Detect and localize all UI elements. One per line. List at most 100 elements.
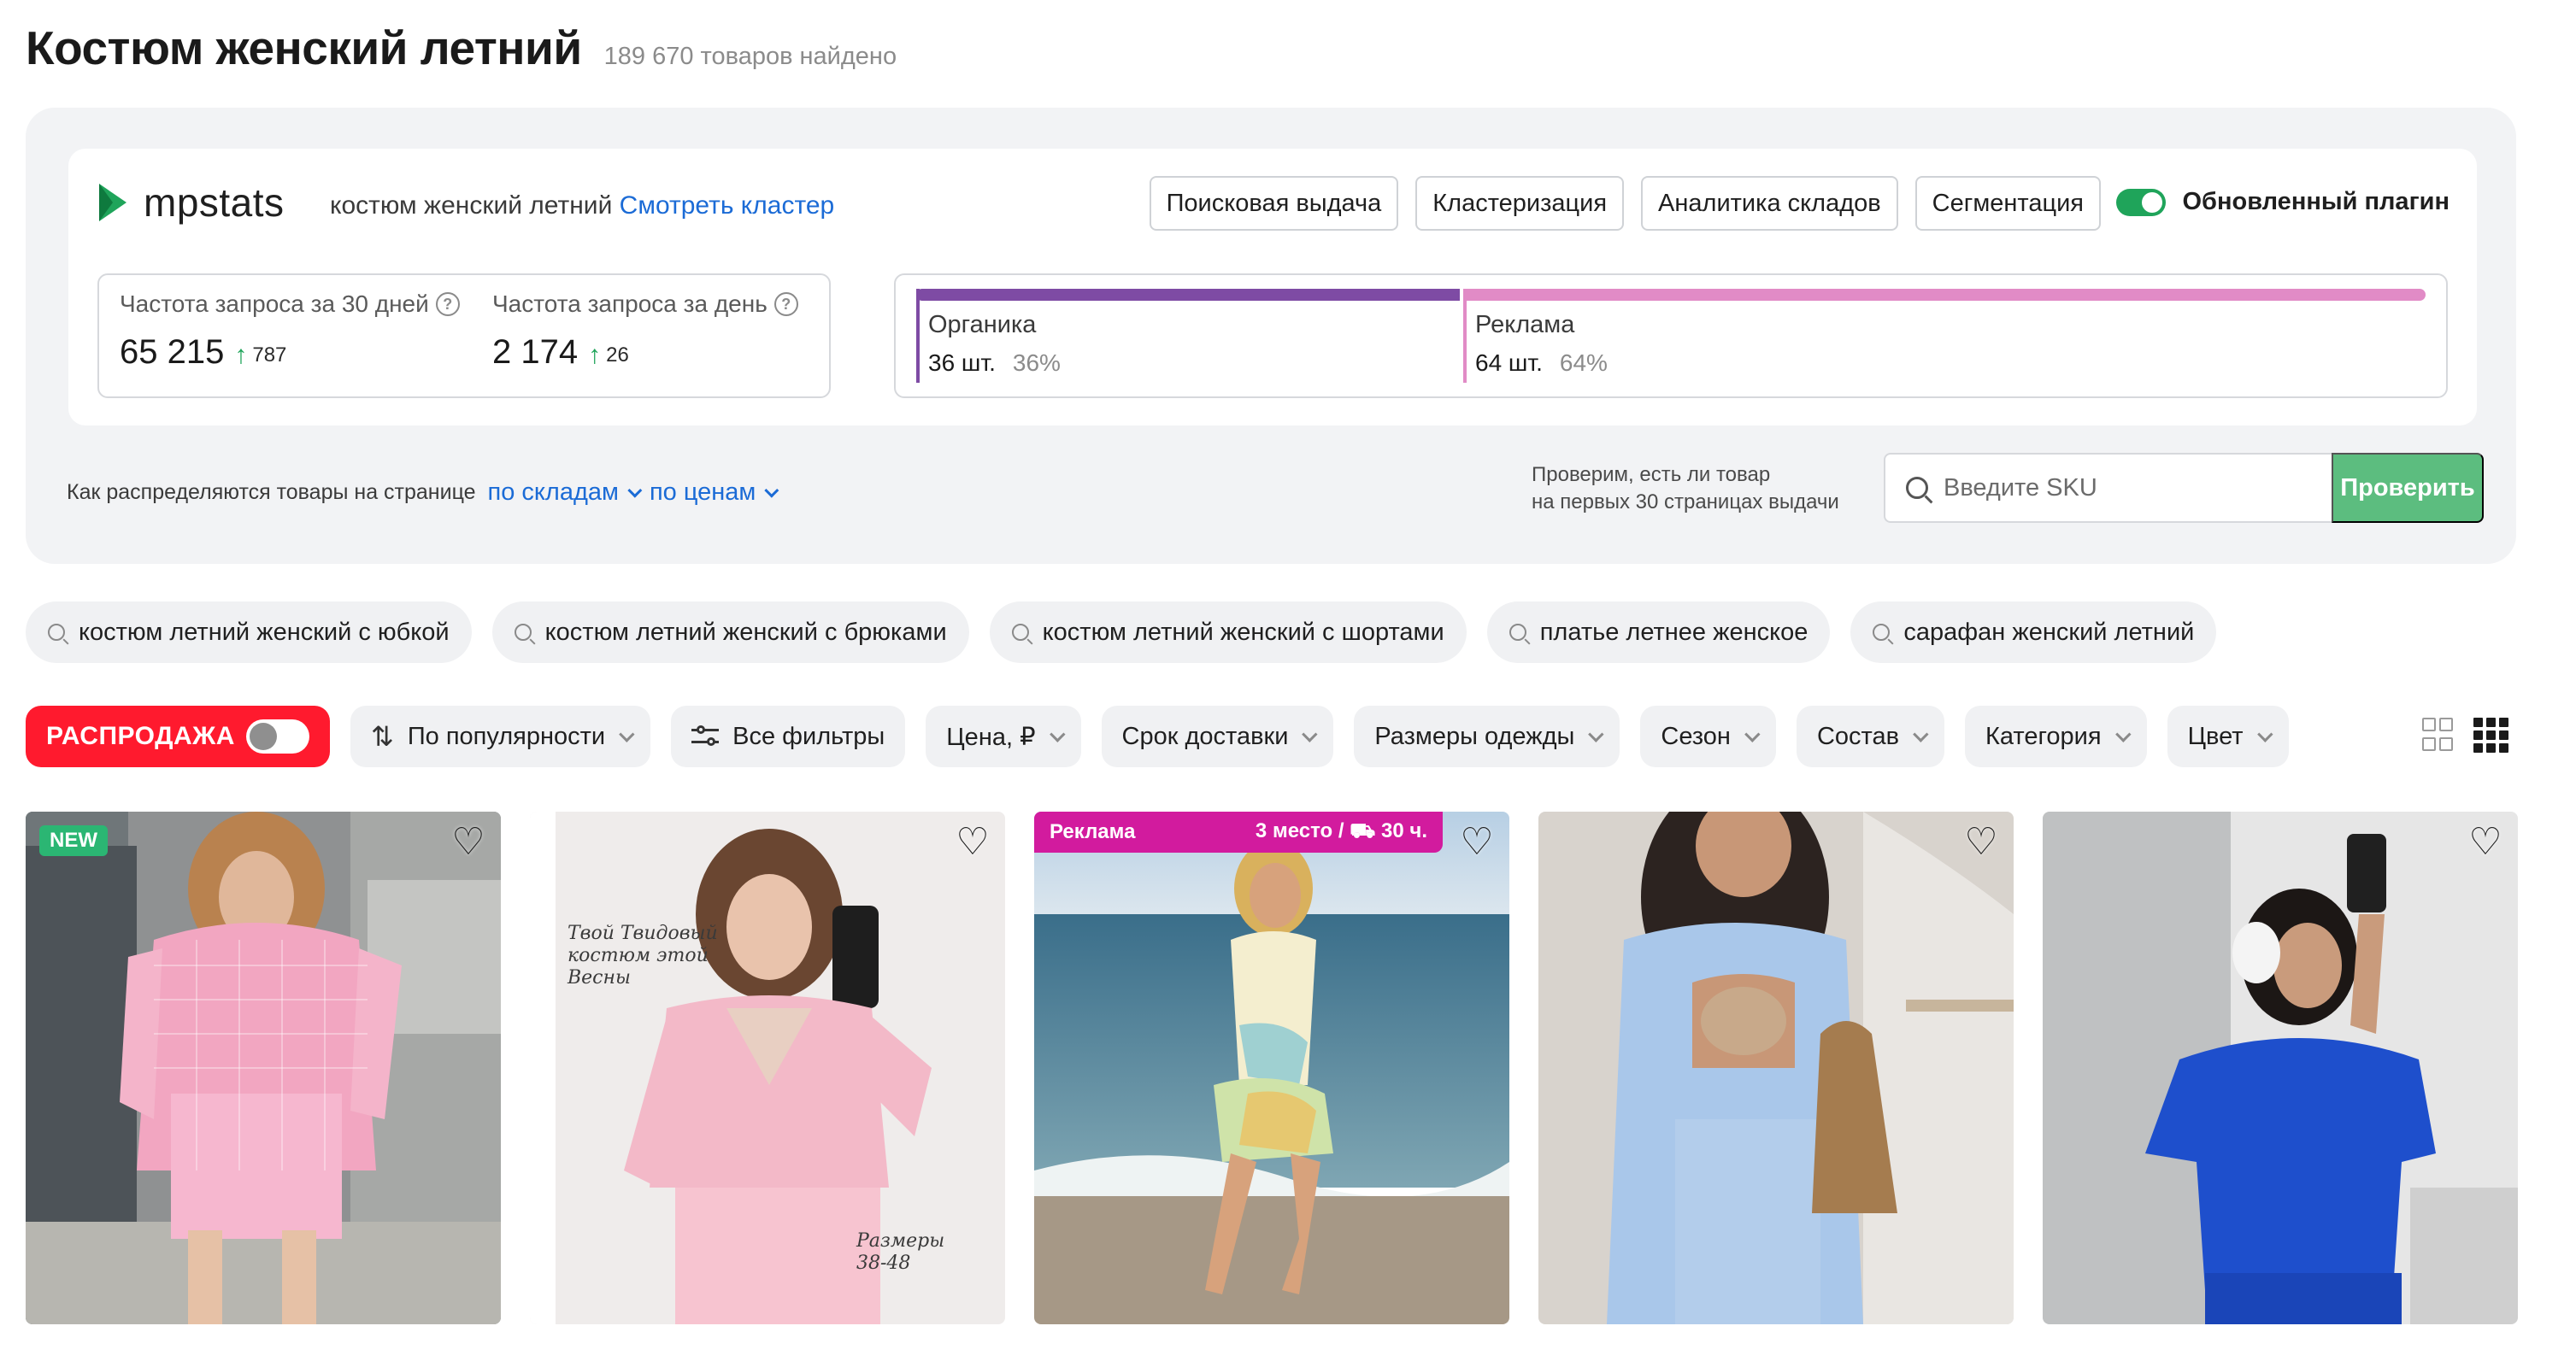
- by-prices-dropdown[interactable]: по ценам: [650, 478, 779, 507]
- found-count: 189 670 товаров найдено: [603, 43, 897, 70]
- freq-30-delta: 787: [252, 343, 287, 367]
- freq-day: Частота запроса за день ? 2 174 ↑ 26: [492, 290, 798, 372]
- filter-category[interactable]: Категория: [1965, 706, 2147, 767]
- chevron-down-icon: [1913, 725, 1929, 742]
- freq-day-label: Частота запроса за день: [492, 290, 768, 317]
- tool-buttons: Поисковая выдача Кластеризация Аналитика…: [1149, 176, 2101, 231]
- product-card[interactable]: NEW ♡: [26, 812, 501, 1324]
- chevron-down-icon: [627, 483, 643, 498]
- product-card[interactable]: ♡: [2043, 812, 2518, 1324]
- freq-30-label: Частота запроса за 30 дней: [120, 290, 429, 317]
- sku-input[interactable]: [1944, 473, 2303, 502]
- organic-count: 36 шт.: [928, 349, 996, 376]
- product-grid: NEW ♡ Твой Твидовый костюм этой Весны Ра…: [26, 812, 2523, 1324]
- filter-sizes[interactable]: Размеры одежды: [1354, 706, 1620, 767]
- cluster-line: костюм женский летний Смотреть кластер: [330, 191, 834, 220]
- heart-icon[interactable]: ♡: [954, 824, 991, 861]
- filter-delivery[interactable]: Срок доставки: [1101, 706, 1334, 767]
- check-sku-button[interactable]: Проверить: [2332, 453, 2484, 523]
- mpstats-panel: mpstats костюм женский летний Смотреть к…: [26, 108, 2516, 564]
- updated-plugin-toggle[interactable]: [2115, 188, 2166, 216]
- segmentation-button[interactable]: Сегментация: [1914, 176, 2101, 231]
- warehouse-analytics-button[interactable]: Аналитика складов: [1641, 176, 1898, 231]
- suggestion-chip[interactable]: сарафан женский летний: [1850, 601, 2217, 663]
- sort-dropdown[interactable]: ⇅ По популярности: [350, 706, 651, 767]
- filter-season[interactable]: Сезон: [1640, 706, 1776, 767]
- heart-icon[interactable]: ♡: [2467, 824, 2504, 861]
- chevron-down-icon: [1744, 725, 1761, 742]
- sku-input-wrap: [1884, 453, 2332, 523]
- help-circle-icon[interactable]: ?: [435, 292, 460, 316]
- filter-composition[interactable]: Состав: [1796, 706, 1944, 767]
- grid-3-icon[interactable]: [2473, 718, 2508, 753]
- all-filters-button[interactable]: Все фильтры: [671, 706, 906, 767]
- organic-ads-split: Органика 36 шт. 36% Реклама 64 шт. 64%: [894, 273, 2448, 398]
- search-icon: [1873, 624, 1891, 641]
- heart-icon[interactable]: ♡: [1962, 824, 2000, 861]
- search-icon: [1011, 624, 1029, 641]
- search-results-button[interactable]: Поисковая выдача: [1149, 176, 1399, 231]
- chevron-down-icon: [764, 483, 779, 498]
- promo-text: Твой Твидовый костюм этой Весны: [568, 923, 718, 989]
- logo-text: mpstats: [144, 180, 285, 225]
- chevron-down-icon: [1302, 725, 1318, 742]
- product-card[interactable]: Реклама 3 место / ⛟ 30 ч. ♡: [1034, 812, 1509, 1324]
- view-toggle: [2422, 718, 2508, 753]
- sale-label: РАСПРОДАЖА: [46, 722, 235, 750]
- clustering-button[interactable]: Кластеризация: [1415, 176, 1625, 231]
- arrow-up-icon: ↑: [588, 341, 602, 369]
- search-icon: [1906, 477, 1928, 499]
- organic-label: Органика: [928, 311, 1037, 338]
- query-text: костюм женский летний: [330, 191, 613, 220]
- chevron-down-icon: [2256, 725, 2273, 742]
- suggestion-chip[interactable]: костюм летний женский с брюками: [491, 601, 969, 663]
- ad-strip: Реклама 3 место / ⛟ 30 ч.: [1034, 812, 1443, 853]
- ad-position: 3 место / ⛟ 30 ч.: [1255, 819, 1427, 842]
- sku-hint: Проверим, есть ли товар на первых 30 стр…: [1532, 463, 1839, 513]
- heart-icon[interactable]: ♡: [450, 824, 487, 861]
- suggestion-chip[interactable]: платье летнее женское: [1486, 601, 1831, 663]
- chevron-down-icon: [2114, 725, 2132, 742]
- arrow-up-icon: ↑: [234, 341, 248, 369]
- filters-bar: РАСПРОДАЖА ⇅ По популярности Все фильтры…: [26, 706, 2289, 767]
- sale-toggle[interactable]: [246, 719, 309, 754]
- sale-toggle-pill[interactable]: РАСПРОДАЖА: [26, 706, 330, 767]
- product-image: [26, 812, 501, 1324]
- mpstats-logo[interactable]: mpstats: [96, 179, 285, 226]
- distribution-text: Как распределяются товары на странице: [67, 480, 476, 504]
- updated-plugin-toggle-wrap: Обновленный плагин: [2115, 188, 2450, 216]
- search-icon: [48, 624, 65, 641]
- freq-30-days: Частота запроса за 30 дней ? 65 215 ↑ 78…: [120, 290, 460, 372]
- freq-day-value: 2 174: [492, 333, 579, 371]
- chevron-down-icon: [619, 725, 635, 742]
- sizes-text: Размеры 38-48: [856, 1230, 945, 1274]
- organic-column: Органика 36 шт. 36%: [916, 289, 1061, 383]
- product-card[interactable]: Твой Твидовый костюм этой Весны Размеры …: [530, 812, 1005, 1324]
- suggestion-chips: костюм летний женский с юбкой костюм лет…: [26, 601, 2217, 663]
- new-badge: NEW: [39, 825, 108, 856]
- chevron-down-icon: [1588, 725, 1604, 742]
- ad-label: Реклама: [1050, 820, 1136, 843]
- product-card[interactable]: ♡: [1538, 812, 2014, 1324]
- ads-label: Реклама: [1475, 311, 1575, 338]
- filter-color[interactable]: Цвет: [2167, 706, 2289, 767]
- product-image: [1034, 812, 1509, 1324]
- product-image: [1538, 812, 2014, 1324]
- by-warehouses-dropdown[interactable]: по складам: [488, 478, 643, 507]
- filter-price[interactable]: Цена, ₽: [926, 706, 1081, 767]
- search-icon: [514, 624, 532, 641]
- updated-plugin-label: Обновленный плагин: [2182, 188, 2450, 215]
- ads-count: 64 шт.: [1475, 349, 1543, 376]
- sort-icon: ⇅: [371, 721, 394, 752]
- freq-day-delta: 26: [606, 343, 629, 367]
- view-cluster-link[interactable]: Смотреть кластер: [620, 191, 835, 220]
- suggestion-chip[interactable]: костюм летний женский с шортами: [989, 601, 1467, 663]
- heart-icon[interactable]: ♡: [1458, 824, 1496, 861]
- mpstats-card: mpstats костюм женский летний Смотреть к…: [68, 149, 2477, 425]
- grid-2-icon[interactable]: [2422, 718, 2453, 753]
- help-circle-icon[interactable]: ?: [773, 292, 798, 316]
- search-icon: [1509, 624, 1526, 641]
- sliders-icon: [691, 725, 720, 748]
- freq-30-value: 65 215: [120, 333, 225, 371]
- suggestion-chip[interactable]: костюм летний женский с юбкой: [26, 601, 472, 663]
